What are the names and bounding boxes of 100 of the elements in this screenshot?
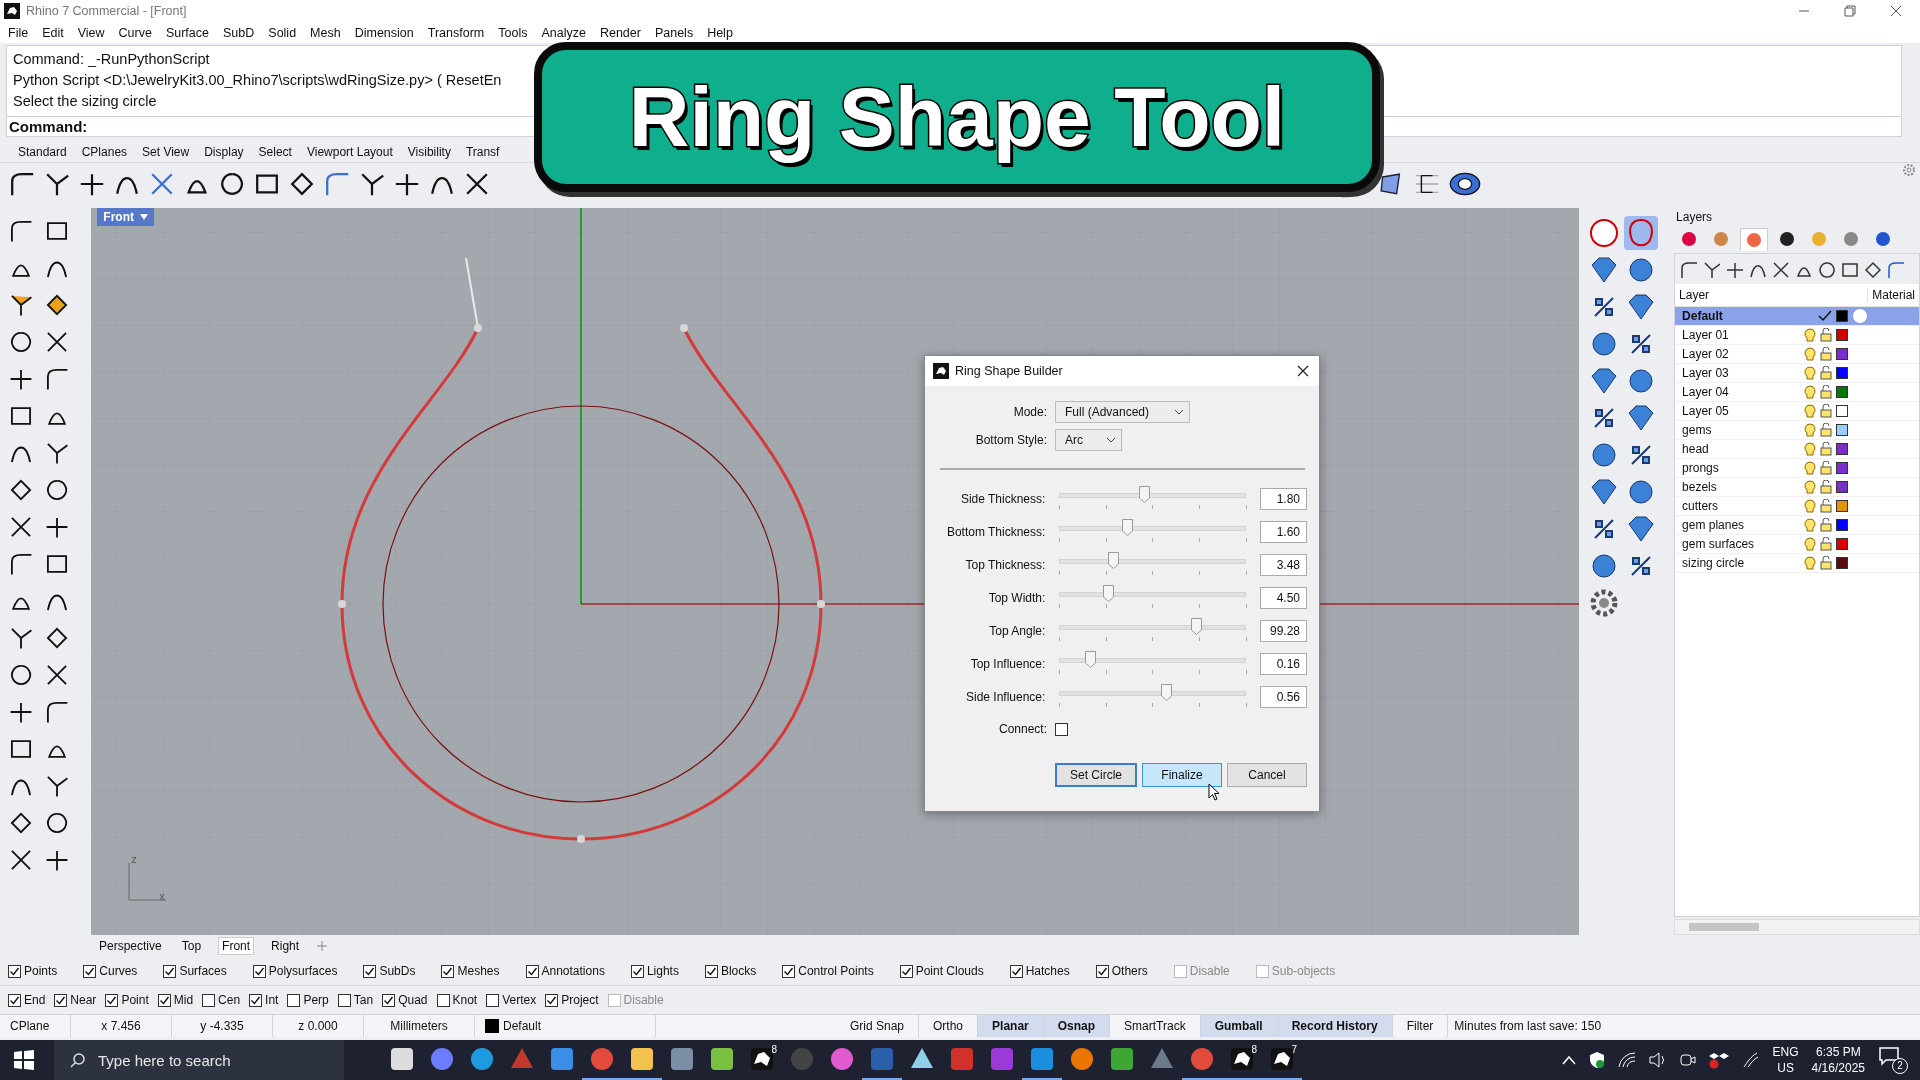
connect-checkbox[interactable] bbox=[1055, 722, 1068, 736]
column-header[interactable]: Layer bbox=[1679, 288, 1710, 302]
app-icon[interactable] bbox=[629, 1046, 655, 1072]
caret-icon[interactable] bbox=[140, 214, 148, 220]
drawing-tool-icon[interactable] bbox=[44, 699, 70, 725]
drawing-tool-icon[interactable] bbox=[8, 810, 34, 836]
drawing-tool-icon[interactable] bbox=[44, 773, 70, 799]
layer-row[interactable]: sizing circle bbox=[1675, 554, 1919, 573]
value-field[interactable]: 4.50 bbox=[1259, 586, 1307, 609]
osnap-checkbox[interactable] bbox=[249, 993, 263, 1007]
lock-icon[interactable] bbox=[1820, 537, 1833, 551]
shield-icon[interactable] bbox=[1588, 1051, 1605, 1069]
osnap-checkbox[interactable] bbox=[8, 993, 21, 1007]
status-toggle[interactable]: SmartTrack bbox=[1110, 1015, 1201, 1037]
bulb-icon[interactable] bbox=[1804, 461, 1817, 475]
app-icon[interactable] bbox=[389, 1046, 415, 1072]
pen-icon[interactable] bbox=[1741, 1051, 1760, 1069]
layer-row[interactable]: Layer 05 bbox=[1675, 402, 1919, 421]
checkbox-label[interactable]: Control Points bbox=[798, 964, 874, 978]
slider-thumb[interactable] bbox=[1138, 485, 1150, 503]
filter-checkbox[interactable] bbox=[441, 964, 455, 978]
start-icon[interactable] bbox=[14, 1050, 34, 1070]
drawing-tool-icon[interactable] bbox=[8, 514, 34, 540]
checkbox-label[interactable]: Vertex bbox=[502, 993, 537, 1007]
drawing-tool-icon[interactable] bbox=[8, 329, 34, 355]
value-field[interactable]: 0.16 bbox=[1259, 652, 1307, 675]
clock-date[interactable]: 4/16/2025 bbox=[1811, 1060, 1865, 1076]
checkbox-label[interactable]: Near bbox=[70, 993, 97, 1007]
region-label[interactable]: US bbox=[1777, 1060, 1794, 1076]
current-layer[interactable]: Default bbox=[475, 1015, 656, 1037]
language-label[interactable]: ENG bbox=[1772, 1044, 1799, 1060]
units-label[interactable]: Millimeters bbox=[364, 1015, 475, 1037]
status-toggle[interactable]: Gumball bbox=[1200, 1015, 1278, 1037]
osnap-checkbox[interactable] bbox=[486, 993, 500, 1007]
filter-checkbox[interactable] bbox=[525, 964, 539, 978]
lock-icon[interactable] bbox=[1820, 423, 1833, 437]
checkbox-label[interactable]: Point Clouds bbox=[915, 964, 984, 978]
viewport-tab[interactable]: Front bbox=[218, 937, 255, 955]
layer-row[interactable]: cutters bbox=[1675, 497, 1919, 516]
color-swatch[interactable] bbox=[1836, 462, 1849, 474]
checkbox-label[interactable]: Tan bbox=[353, 993, 374, 1007]
drawing-tool-icon[interactable] bbox=[44, 329, 70, 355]
close-icon[interactable] bbox=[1297, 365, 1309, 377]
menu-item[interactable]: Edit bbox=[42, 25, 72, 40]
osnap-checkbox[interactable] bbox=[287, 993, 301, 1007]
layer-tool-icon[interactable] bbox=[1817, 260, 1836, 278]
filter-checkbox[interactable] bbox=[630, 964, 644, 978]
slider-thumb[interactable] bbox=[1190, 617, 1202, 635]
color-swatch[interactable] bbox=[1836, 519, 1849, 531]
viewport-tab[interactable]: Right bbox=[268, 938, 303, 954]
notification-button[interactable]: 2 bbox=[1878, 1046, 1908, 1074]
restore-icon[interactable] bbox=[1844, 5, 1856, 17]
checkbox-label[interactable]: Point bbox=[121, 993, 149, 1007]
checkbox-label[interactable]: Meshes bbox=[457, 964, 500, 978]
menu-item[interactable]: Solid bbox=[268, 25, 305, 40]
slider-thumb[interactable] bbox=[1121, 518, 1133, 536]
bulb-icon[interactable] bbox=[1804, 328, 1817, 342]
layer-row[interactable]: Layer 02 bbox=[1675, 345, 1919, 364]
toolbar-tab[interactable]: Display bbox=[204, 145, 244, 159]
layer-row[interactable]: Layer 04 bbox=[1675, 383, 1919, 402]
toolbar-tab[interactable]: Select bbox=[258, 145, 292, 159]
checkbox-label[interactable]: Perp bbox=[303, 993, 329, 1007]
menu-item[interactable]: Tools bbox=[498, 25, 536, 40]
dropbox-icon[interactable] bbox=[1708, 1051, 1729, 1069]
value-field[interactable]: 3.48 bbox=[1259, 553, 1307, 576]
drawing-tool-icon[interactable] bbox=[8, 477, 34, 503]
lock-icon[interactable] bbox=[1820, 461, 1833, 475]
torus-tool-icon[interactable] bbox=[1449, 170, 1481, 198]
color-swatch[interactable] bbox=[1836, 424, 1849, 436]
osnap-checkbox[interactable] bbox=[157, 993, 171, 1007]
checkbox-label[interactable]: Annotations bbox=[541, 964, 605, 978]
layer-row[interactable]: gems bbox=[1675, 421, 1919, 440]
app-icon[interactable] bbox=[1269, 1046, 1295, 1072]
menu-item[interactable]: View bbox=[77, 25, 113, 40]
status-toggle[interactable]: Filter bbox=[1392, 1015, 1449, 1037]
bottom-style-dropdown[interactable]: Arc bbox=[1055, 429, 1122, 451]
layer-row[interactable]: Layer 01 bbox=[1675, 326, 1919, 345]
slider[interactable] bbox=[1059, 651, 1246, 676]
checkbox-label[interactable]: Curves bbox=[99, 964, 138, 978]
toolbar-tab[interactable]: Standard bbox=[18, 145, 67, 159]
lock-icon[interactable] bbox=[1820, 518, 1833, 532]
taskbar-app[interactable]: 8 bbox=[742, 1040, 782, 1080]
lock-icon[interactable] bbox=[1820, 347, 1833, 361]
drawing-tool-icon[interactable] bbox=[8, 625, 34, 651]
wifi-icon[interactable] bbox=[1617, 1052, 1636, 1068]
filter-checkbox[interactable] bbox=[8, 964, 21, 978]
status-toggle[interactable]: Osnap bbox=[1043, 1015, 1111, 1037]
filter-checkbox[interactable] bbox=[704, 964, 718, 978]
menu-item[interactable]: Analyze bbox=[541, 25, 594, 40]
menu-item[interactable]: Transform bbox=[427, 25, 493, 40]
checkbox-label[interactable]: Surfaces bbox=[179, 964, 227, 978]
color-swatch[interactable] bbox=[1836, 329, 1849, 341]
color-swatch[interactable] bbox=[1836, 367, 1849, 379]
drawing-tool-icon[interactable] bbox=[44, 662, 70, 688]
bulb-icon[interactable] bbox=[1804, 385, 1817, 399]
color-swatch[interactable] bbox=[1836, 500, 1849, 512]
bulb-icon[interactable] bbox=[1804, 480, 1817, 494]
color-swatch[interactable] bbox=[1836, 405, 1849, 417]
drawing-tool-icon[interactable] bbox=[8, 847, 34, 873]
color-swatch[interactable] bbox=[1836, 443, 1849, 455]
